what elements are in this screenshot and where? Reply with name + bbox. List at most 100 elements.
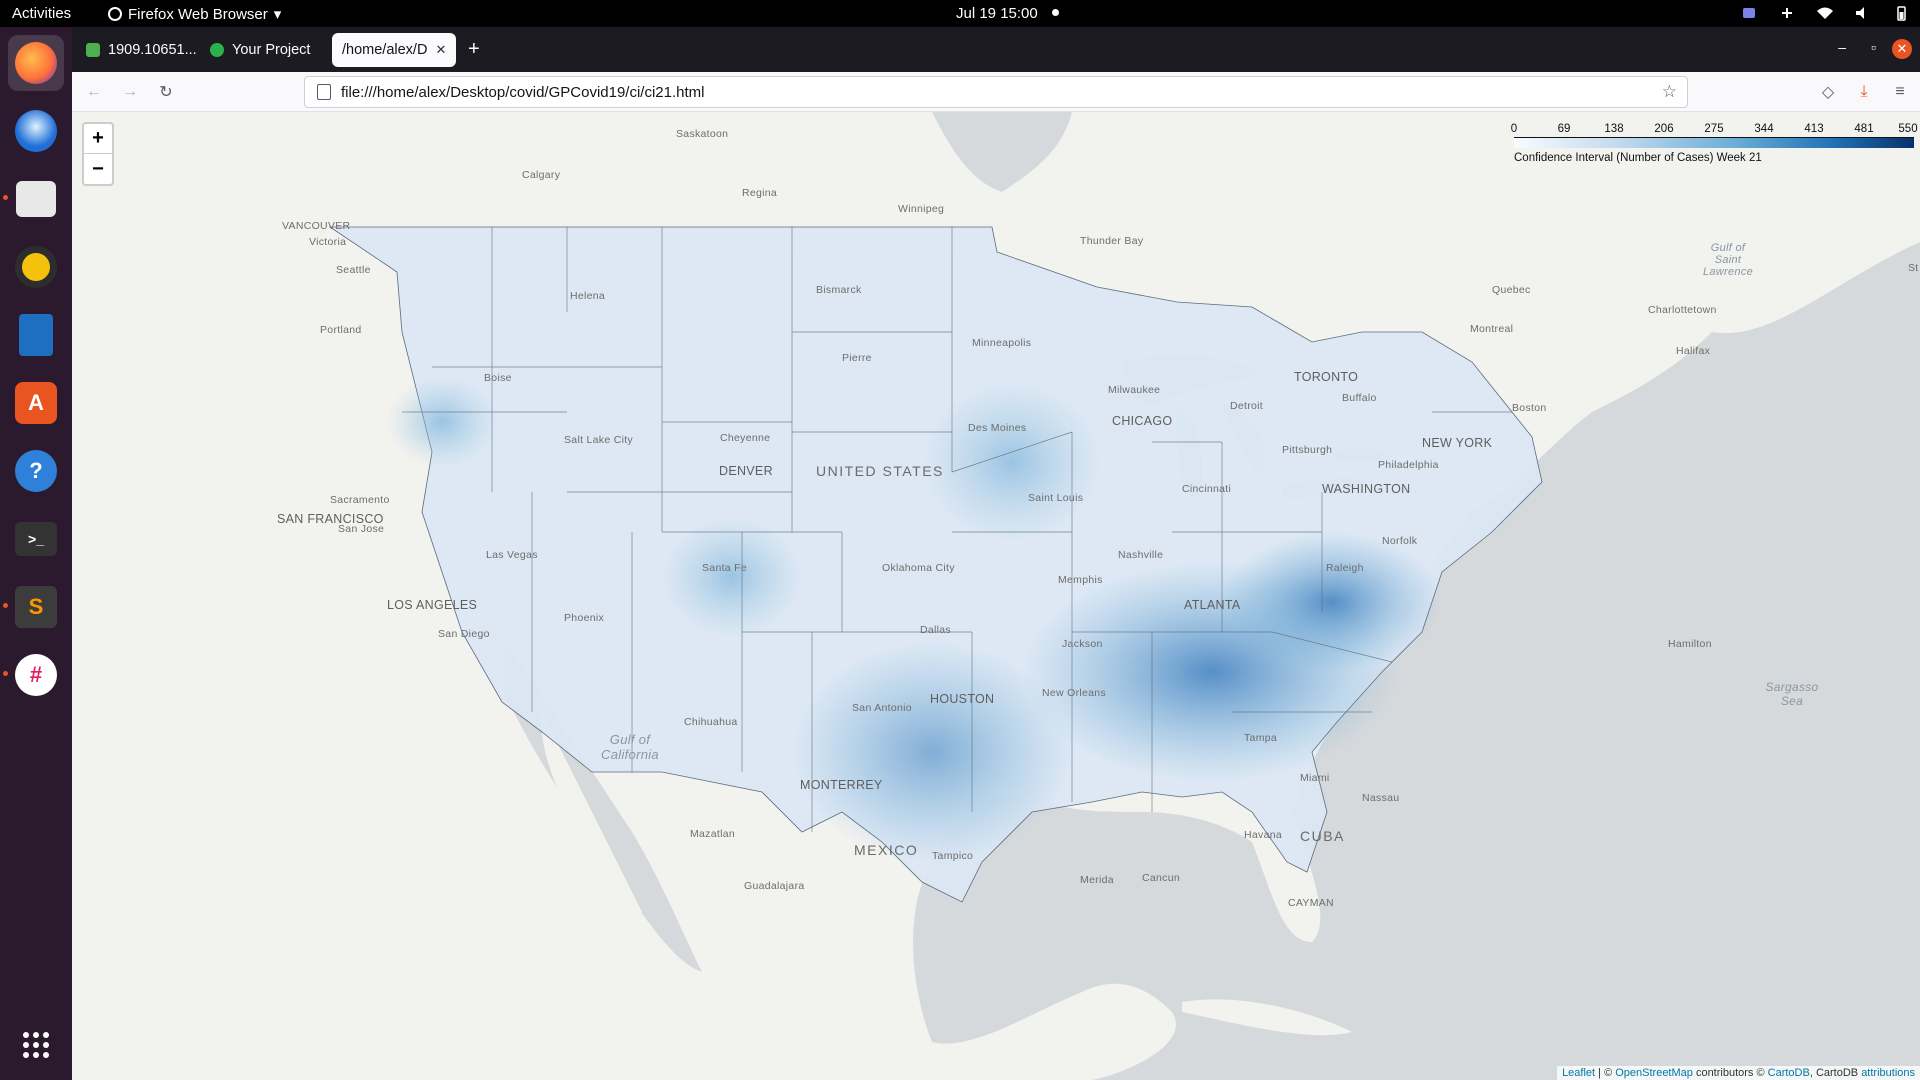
close-tab-icon[interactable]: ✕ bbox=[435, 42, 446, 58]
teams-icon[interactable] bbox=[1740, 4, 1758, 22]
reload-button[interactable]: ↻ bbox=[154, 80, 178, 104]
leaflet-link[interactable]: Leaflet bbox=[1562, 1067, 1595, 1079]
attrib-sep: | © bbox=[1595, 1067, 1616, 1079]
attrib-carto2: , CartoDB bbox=[1809, 1067, 1862, 1079]
zoom-out-button[interactable]: − bbox=[84, 154, 112, 184]
label-raleigh: Raleigh bbox=[1326, 562, 1364, 574]
slack-tray-icon[interactable] bbox=[1778, 4, 1796, 22]
osm-link[interactable]: OpenStreetMap bbox=[1615, 1067, 1693, 1079]
label-gulf-st-lawrence: Gulf of Saint Lawrence bbox=[1702, 242, 1754, 278]
tab-project[interactable]: Your Project bbox=[200, 33, 328, 67]
slack-icon: # bbox=[15, 654, 57, 696]
overleaf-favicon-icon bbox=[210, 43, 224, 57]
label-victoria: Victoria bbox=[309, 236, 347, 248]
pocket-icon[interactable]: ◇ bbox=[1816, 80, 1840, 104]
label-salt-lake: Salt Lake City bbox=[564, 434, 633, 446]
legend-tick: 275 bbox=[1704, 123, 1724, 135]
label-pittsburgh: Pittsburgh bbox=[1282, 444, 1333, 456]
maximize-button[interactable]: ▫ bbox=[1871, 39, 1876, 55]
show-apps-button[interactable] bbox=[8, 1017, 64, 1073]
url-text[interactable]: file:///home/alex/Desktop/covid/GPCovid1… bbox=[341, 84, 705, 101]
label-quebec: Quebec bbox=[1492, 284, 1531, 296]
label-santa-fe: Santa Fe bbox=[702, 562, 748, 574]
clock-label: Jul 19 15:00 bbox=[956, 5, 1038, 22]
dock-sublime[interactable]: S bbox=[8, 579, 64, 635]
dock-rhythmbox[interactable] bbox=[8, 239, 64, 295]
label-portland: Portland bbox=[320, 324, 362, 336]
menu-icon[interactable]: ≡ bbox=[1888, 80, 1912, 104]
label-nassau: Nassau bbox=[1362, 792, 1400, 804]
minimize-button[interactable]: – bbox=[1838, 39, 1846, 55]
thunderbird-icon bbox=[15, 110, 57, 152]
dock-files[interactable] bbox=[8, 171, 64, 227]
bookmark-star-icon[interactable]: ☆ bbox=[1662, 82, 1677, 102]
label-united-states: UNITED STATES bbox=[816, 463, 944, 479]
label-los-angeles: LOS ANGELES bbox=[387, 598, 478, 612]
label-cincinnati: Cincinnati bbox=[1182, 483, 1232, 495]
legend-title: Confidence Interval (Number of Cases) We… bbox=[1514, 152, 1762, 164]
label-memphis: Memphis bbox=[1058, 574, 1103, 586]
wifi-icon[interactable] bbox=[1816, 4, 1834, 22]
label-montreal: Montreal bbox=[1470, 323, 1514, 335]
firefox-window: 1909.10651... Your Project /home/alex/D … bbox=[72, 27, 1920, 1080]
battery-icon[interactable] bbox=[1892, 4, 1910, 22]
close-window-button[interactable]: ✕ bbox=[1892, 39, 1912, 59]
label-halifax: Halifax bbox=[1676, 345, 1711, 357]
legend-gradient-bar bbox=[1514, 137, 1914, 148]
new-tab-button[interactable]: + bbox=[468, 39, 480, 59]
label-chicago: CHICAGO bbox=[1112, 414, 1173, 428]
writer-icon bbox=[19, 314, 53, 356]
activities-button[interactable]: Activities bbox=[12, 5, 71, 22]
firefox-icon bbox=[15, 42, 57, 84]
chevron-down-icon: ▾ bbox=[273, 6, 282, 23]
dock-help[interactable]: ? bbox=[8, 443, 64, 499]
dock-thunderbird[interactable] bbox=[8, 103, 64, 159]
legend-tick: 481 bbox=[1854, 123, 1874, 135]
forward-button[interactable]: → bbox=[118, 80, 142, 104]
label-winnipeg: Winnipeg bbox=[898, 203, 945, 215]
label-boise: Boise bbox=[484, 372, 512, 384]
tab-label: 1909.10651... bbox=[108, 42, 196, 58]
label-houston: HOUSTON bbox=[930, 692, 995, 706]
dock-terminal[interactable]: >_ bbox=[8, 511, 64, 567]
label-thunder-bay: Thunder Bay bbox=[1080, 235, 1144, 247]
label-norfolk: Norfolk bbox=[1382, 535, 1418, 547]
dock-software[interactable]: A bbox=[8, 375, 64, 431]
attributions-link[interactable]: attributions bbox=[1861, 1067, 1915, 1079]
tab-label: /home/alex/D bbox=[342, 42, 428, 58]
dock-slack[interactable]: # bbox=[8, 647, 64, 703]
zoom-in-button[interactable]: + bbox=[84, 124, 112, 154]
volume-icon[interactable] bbox=[1854, 4, 1872, 22]
attrib-contributors: contributors © bbox=[1692, 1067, 1768, 1079]
system-top-bar: Activities Firefox Web Browser ▾ Jul 19 … bbox=[0, 0, 1920, 27]
dock-firefox[interactable] bbox=[8, 35, 64, 91]
tab-arxiv[interactable]: 1909.10651... bbox=[76, 33, 196, 67]
label-miami: Miami bbox=[1300, 772, 1330, 784]
system-tray[interactable] bbox=[1740, 4, 1910, 22]
label-phoenix: Phoenix bbox=[564, 612, 605, 624]
zoom-control: + − bbox=[82, 122, 114, 186]
url-bar[interactable]: file:///home/alex/Desktop/covid/GPCovid1… bbox=[304, 76, 1688, 108]
tab-strip: 1909.10651... Your Project /home/alex/D … bbox=[72, 27, 1920, 72]
dock-writer[interactable] bbox=[8, 307, 64, 363]
label-san-diego: San Diego bbox=[438, 628, 490, 640]
app-grid-icon bbox=[23, 1032, 49, 1058]
choropleth-layer bbox=[328, 226, 1543, 903]
leaflet-map[interactable]: Saskatoon Calgary Regina Winnipeg VANCOU… bbox=[72, 112, 1920, 1080]
label-oklahoma: Oklahoma City bbox=[882, 562, 955, 574]
label-guadalajara: Guadalajara bbox=[744, 880, 805, 892]
label-monterrey: MONTERREY bbox=[800, 778, 883, 792]
back-button[interactable]: ← bbox=[82, 80, 106, 104]
clock[interactable]: Jul 19 15:00 bbox=[956, 5, 1059, 22]
tab-local-file[interactable]: /home/alex/D ✕ bbox=[332, 33, 456, 67]
label-mazatlan: Mazatlan bbox=[690, 828, 736, 840]
app-menu[interactable]: Firefox Web Browser ▾ bbox=[108, 5, 281, 23]
software-icon: A bbox=[15, 382, 57, 424]
downloads-icon[interactable]: ⤓ bbox=[1852, 80, 1876, 104]
label-tampico: Tampico bbox=[932, 850, 974, 862]
label-dallas: Dallas bbox=[920, 624, 951, 636]
label-des-moines: Des Moines bbox=[968, 422, 1027, 434]
cartodb-link[interactable]: CartoDB bbox=[1768, 1067, 1810, 1079]
label-boston: Boston bbox=[1512, 402, 1547, 414]
label-denver: DENVER bbox=[719, 464, 773, 478]
